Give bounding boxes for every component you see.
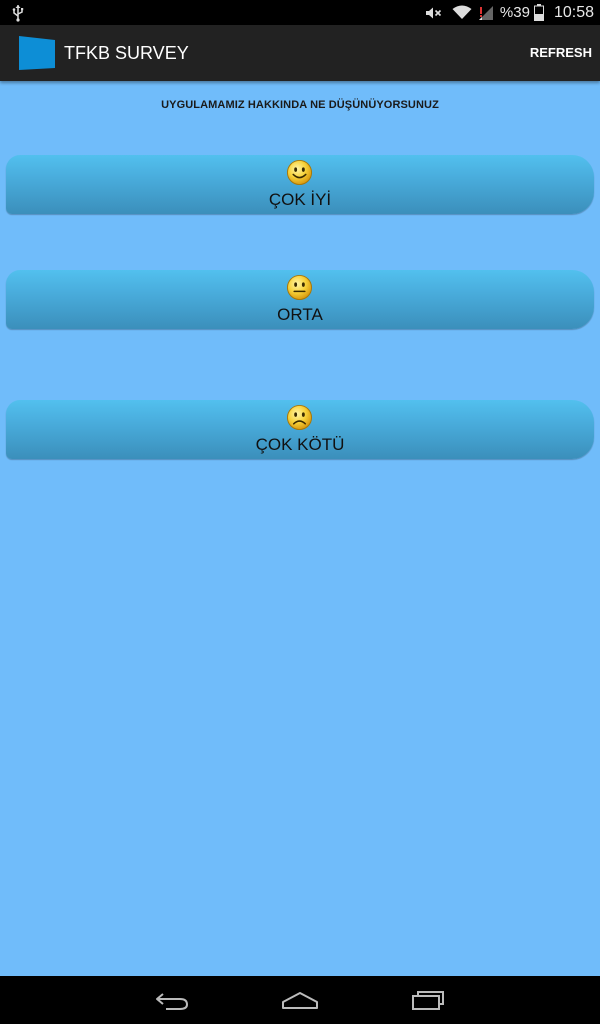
clock: 10:58 [553, 3, 594, 21]
very-bad-button[interactable]: ÇOK KÖTÜ [6, 400, 594, 459]
status-bar: %39 10:58 [0, 0, 600, 25]
survey-question: UYGULAMAMIZ HAKKINDA NE DÜŞÜNÜYORSUNUZ [161, 99, 439, 111]
status-icons: %39 10:58 [425, 0, 594, 25]
neutral-button[interactable]: ORTA [6, 270, 594, 329]
very-good-label: ÇOK İYİ [268, 190, 332, 209]
app-logo-icon[interactable] [19, 35, 55, 71]
battery-icon [533, 4, 544, 21]
mute-icon [425, 7, 441, 18]
very-bad-label: ÇOK KÖTÜ [255, 435, 345, 454]
very-good-button[interactable]: ÇOK İYİ [6, 155, 594, 214]
back-icon[interactable] [154, 988, 190, 1012]
signal-icon [478, 5, 493, 20]
neutral-label: ORTA [277, 305, 323, 324]
happy-face-icon [286, 159, 313, 186]
sad-face-icon [286, 404, 313, 431]
battery-percent: %39 [499, 4, 530, 21]
usb-icon [12, 5, 24, 22]
wifi-icon [452, 5, 472, 19]
app-title: TFKB SURVEY [64, 43, 189, 63]
action-bar: TFKB SURVEY REFRESH [0, 25, 600, 81]
home-icon[interactable] [281, 988, 319, 1012]
recents-icon[interactable] [410, 988, 446, 1012]
refresh-button[interactable]: REFRESH [522, 25, 592, 81]
navigation-bar [0, 976, 600, 1024]
neutral-face-icon [286, 274, 313, 301]
